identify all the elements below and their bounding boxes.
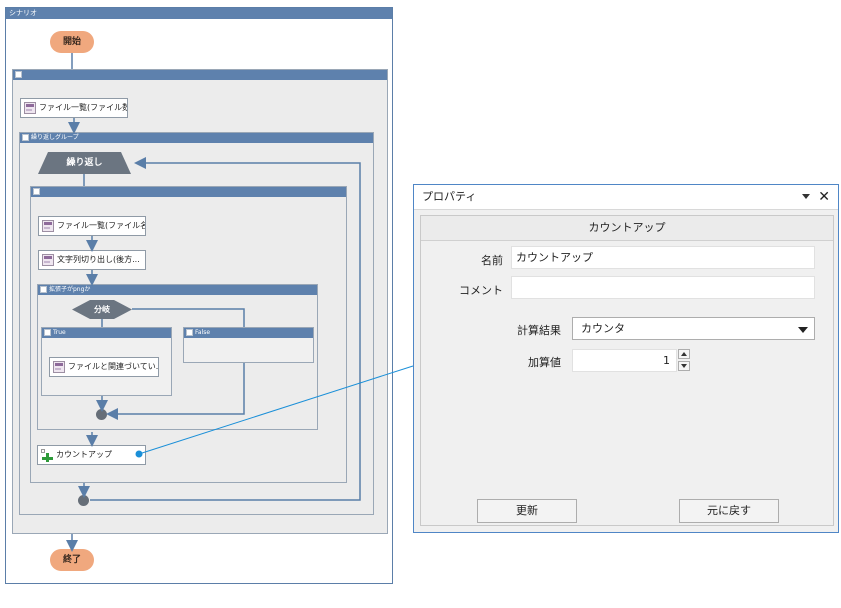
branch-node[interactable]: 分岐 [72,300,132,319]
file-assoc-label: ファイルと関連づいてい... [68,362,159,371]
properties-body: カウントアップ 名前 カウントアップ コメント 計算結果 カウンタ 加算値 1 … [420,215,834,526]
string-cut-action[interactable]: 文字列切り出し(後方... [38,250,146,270]
true-branch-header[interactable]: True [42,328,171,338]
file-list-count-label: ファイル一覧(ファイル数... [39,103,128,112]
name-label: 名前 [481,254,503,267]
result-select[interactable]: カウンタ [572,317,815,340]
properties-header: カウントアップ [421,216,833,241]
scenario-title: シナリオ [6,8,392,19]
false-branch-collapse-checkbox[interactable] [186,329,193,336]
comment-field[interactable] [511,276,815,299]
outer-group-header[interactable] [13,70,387,80]
false-branch[interactable]: False [183,327,314,363]
end-node[interactable]: 終了 [50,549,94,571]
true-branch-collapse-checkbox[interactable] [44,329,51,336]
loop-node[interactable]: 繰り返し [38,152,131,174]
branch-label: 分岐 [94,305,110,314]
file-list-count-action[interactable]: ファイル一覧(ファイル数... [20,98,128,118]
false-branch-label: False [195,329,211,336]
vbs-icon [24,102,36,114]
outer-group-collapse-checkbox[interactable] [15,71,22,78]
properties-title: プロパティ [422,190,477,203]
inner-group-collapse-checkbox[interactable] [33,188,40,195]
result-select-value: カウンタ [581,322,625,335]
plus-icon [41,449,54,462]
false-branch-header[interactable]: False [184,328,313,338]
loop-group-header[interactable]: 繰り返しグループ [20,133,373,143]
merge-node-condition [96,409,107,420]
chevron-down-icon[interactable] [798,327,808,333]
loop-group-collapse-checkbox[interactable] [22,134,29,141]
close-icon[interactable]: ✕ [818,185,830,209]
merge-node-loop [78,495,89,506]
update-button[interactable]: 更新 [477,499,577,523]
name-field[interactable]: カウントアップ [511,246,815,269]
vbs-icon [42,220,54,232]
count-up-label: カウントアップ [56,450,112,459]
string-cut-label: 文字列切り出し(後方... [57,255,140,264]
inner-group-header[interactable] [31,187,346,197]
file-assoc-action[interactable]: ファイルと関連づいてい... [49,357,159,377]
properties-titlebar: プロパティ ✕ [414,185,838,210]
file-list-name-action[interactable]: ファイル一覧(ファイル名... [38,216,146,236]
vbs-icon [53,361,65,373]
stepper-up-icon[interactable] [678,349,690,359]
dropdown-arrow-icon[interactable] [802,194,810,199]
add-value-input[interactable]: 1 [572,349,677,372]
comment-label: コメント [459,284,503,297]
revert-button[interactable]: 元に戻す [679,499,779,523]
file-list-name-label: ファイル一覧(ファイル名... [57,221,146,230]
true-branch-label: True [53,329,66,336]
count-up-action[interactable]: カウントアップ [37,445,146,465]
result-label: 計算結果 [517,324,561,337]
stepper-down-icon[interactable] [678,361,690,371]
start-node[interactable]: 開始 [50,31,94,53]
properties-panel: プロパティ ✕ カウントアップ 名前 カウントアップ コメント 計算結果 カウン… [413,184,839,533]
add-value-stepper[interactable] [678,349,692,372]
loop-label: 繰り返し [66,158,103,168]
loop-group-title: 繰り返しグループ [31,134,79,141]
vbs-icon [42,254,54,266]
add-value-label: 加算値 [528,356,561,369]
condition-group-header[interactable]: 拡張子がpngか [38,285,317,295]
condition-group-title: 拡張子がpngか [49,286,91,293]
condition-group-collapse-checkbox[interactable] [40,286,47,293]
